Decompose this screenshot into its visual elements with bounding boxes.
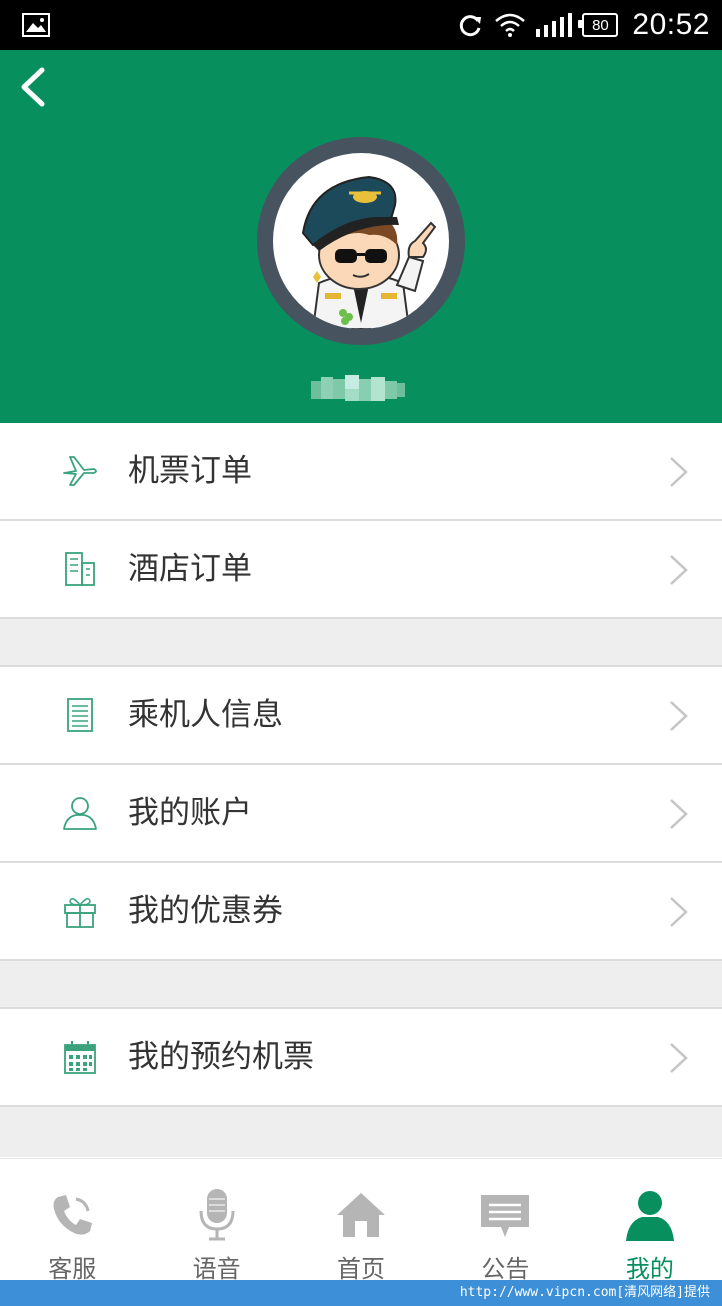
person-icon (625, 1191, 674, 1241)
tab-label: 公告 (481, 1255, 530, 1283)
back-chevron-icon[interactable] (14, 64, 54, 110)
menu-item-flight-orders[interactable]: 机票订单 (0, 423, 722, 521)
plane-icon (63, 456, 97, 486)
clock: 20:52 (632, 8, 710, 41)
blurred-username (311, 375, 405, 401)
profile-header (0, 50, 722, 423)
menu-label: 我的账户 (128, 795, 252, 831)
menu-label: 乘机人信息 (128, 697, 283, 733)
menu-label: 我的预约机票 (128, 1039, 314, 1075)
chevron-right-icon (670, 799, 688, 829)
microphone-icon (199, 1189, 235, 1241)
gallery-icon (22, 13, 50, 37)
chevron-right-icon (670, 555, 688, 585)
section-divider (0, 1107, 722, 1157)
menu-label: 机票订单 (128, 453, 252, 489)
home-icon (337, 1193, 386, 1237)
section-divider (0, 619, 722, 667)
section-divider (0, 961, 722, 1009)
avatar-ring[interactable] (257, 137, 465, 345)
calendar-icon (64, 1041, 96, 1074)
tab-label: 客服 (48, 1255, 97, 1283)
watermark-bar: http://www.vipcn.com[清风网络]提供 (0, 1280, 722, 1306)
menu-item-hotel-orders[interactable]: 酒店订单 (0, 521, 722, 619)
profile-menu: 机票订单 酒店订单 乘机人信息 我的账户 我的优惠券 我的预约机票 (0, 423, 722, 1157)
status-bar: 80 20:52 (0, 0, 722, 50)
document-icon (67, 698, 93, 732)
tab-label: 首页 (337, 1255, 386, 1283)
menu-label: 酒店订单 (128, 551, 252, 587)
battery-icon: 80 (578, 13, 619, 37)
watermark-text: http://www.vipcn.com[清风网络]提供 (459, 1285, 710, 1300)
tab-announcements[interactable]: 公告 (433, 1159, 577, 1283)
menu-item-my-account[interactable]: 我的账户 (0, 765, 722, 863)
tab-label: 我的 (625, 1255, 674, 1283)
pilot-cartoon-avatar (301, 175, 437, 329)
tab-mine[interactable]: 我的 (578, 1159, 722, 1283)
menu-label: 我的优惠券 (128, 893, 283, 929)
chevron-right-icon (670, 897, 688, 927)
tab-home[interactable]: 首页 (289, 1159, 433, 1283)
avatar[interactable] (273, 153, 449, 329)
battery-level: 80 (592, 16, 609, 34)
signal-icon (536, 13, 573, 37)
bottom-tab-bar: 客服 语音 首页 公告 我的 (0, 1158, 722, 1283)
sync-icon (460, 15, 482, 37)
chevron-right-icon (670, 1043, 688, 1073)
chevron-right-icon (670, 457, 688, 487)
tab-label: 语音 (192, 1255, 241, 1283)
hotel-icon (65, 552, 95, 586)
message-icon (481, 1195, 530, 1237)
phone-icon (53, 1195, 93, 1235)
menu-item-my-coupons[interactable]: 我的优惠券 (0, 863, 722, 961)
chevron-right-icon (670, 701, 688, 731)
status-icons: 80 20:52 (456, 8, 710, 42)
wifi-icon (495, 13, 526, 37)
menu-item-reserved-flights[interactable]: 我的预约机票 (0, 1009, 722, 1107)
menu-item-passenger-info[interactable]: 乘机人信息 (0, 667, 722, 765)
username (311, 373, 405, 405)
gift-icon (64, 898, 96, 928)
user-icon (63, 797, 97, 830)
tab-customer-service[interactable]: 客服 (0, 1159, 144, 1283)
tab-voice[interactable]: 语音 (144, 1159, 288, 1283)
